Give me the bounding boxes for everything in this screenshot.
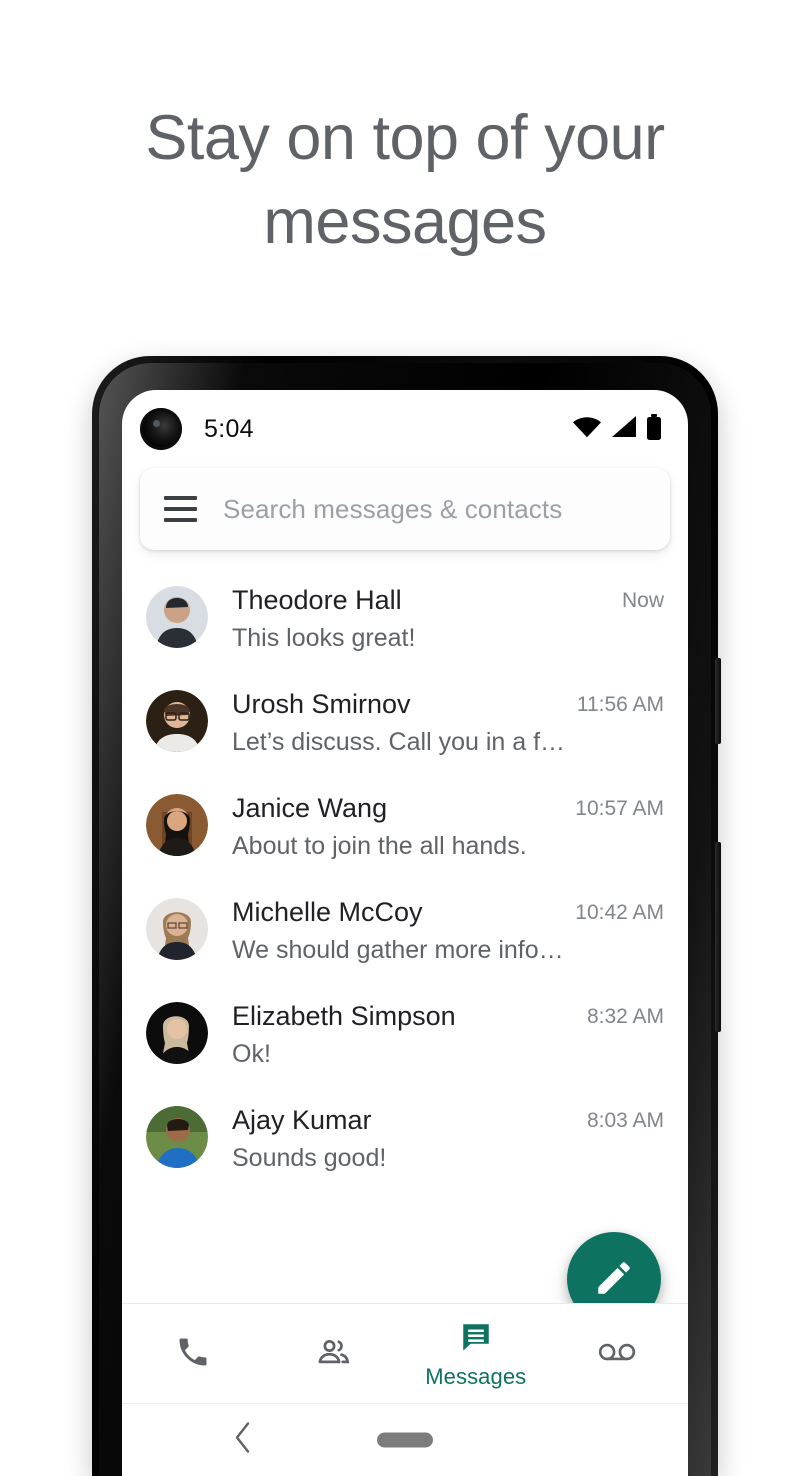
message-timestamp: 10:57 AM (575, 797, 664, 820)
nav-item-messages-label: Messages (425, 1363, 527, 1389)
contact-name: Urosh Smirnov (232, 689, 411, 719)
nav-item-contacts[interactable] (264, 1334, 406, 1375)
message-timestamp: 10:42 AM (575, 901, 664, 924)
message-timestamp: 8:32 AM (586, 1005, 664, 1028)
conversation-text: Michelle McCoy We should gather more inf… (232, 894, 565, 968)
conversation-text: Urosh Smirnov Let’s discuss. Call you in… (232, 686, 567, 760)
message-snippet: Let’s discuss. Call you in a few minutes… (232, 728, 567, 756)
conversation-row[interactable]: Ajay Kumar Sounds good! 8:03 AM (122, 1092, 688, 1196)
conversation-row[interactable]: Elizabeth Simpson Ok! 8:32 AM (122, 988, 688, 1092)
message-timestamp: Now (621, 589, 664, 612)
contacts-icon (316, 1334, 352, 1375)
conversation-text: Theodore Hall This looks great! (232, 582, 612, 656)
avatar (146, 690, 208, 752)
conversation-row[interactable]: Michelle McCoy We should gather more inf… (122, 884, 688, 988)
page-headline: Stay on top of your messages (145, 103, 665, 257)
message-timestamp: 11:56 AM (576, 693, 664, 716)
contact-name: Michelle McCoy (232, 897, 423, 927)
contact-name: Theodore Hall (232, 585, 402, 615)
phone-mockup: 5:04 Search messages & contacts Theodore… (92, 356, 721, 1476)
conversation-row[interactable]: Theodore Hall This looks great! Now (122, 572, 688, 676)
nav-item-messages[interactable]: Messages (405, 1319, 547, 1390)
power-button[interactable] (715, 658, 721, 744)
avatar (146, 586, 208, 648)
hamburger-menu-icon[interactable] (164, 496, 197, 522)
conversation-text: Elizabeth Simpson Ok! (232, 998, 577, 1072)
messages-icon (458, 1319, 494, 1360)
avatar (146, 898, 208, 960)
message-snippet: This looks great! (232, 624, 416, 652)
bottom-navigation-bar: Messages (122, 1303, 688, 1404)
avatar (146, 1106, 208, 1168)
avatar (146, 794, 208, 856)
contact-name: Elizabeth Simpson (232, 1001, 456, 1031)
message-snippet: We should gather more information on… (232, 936, 565, 964)
battery-icon (646, 413, 662, 445)
search-bar[interactable]: Search messages & contacts (140, 468, 670, 550)
contact-name: Ajay Kumar (232, 1105, 372, 1135)
conversation-text: Ajay Kumar Sounds good! (232, 1102, 577, 1176)
conversation-row[interactable]: Urosh Smirnov Let’s discuss. Call you in… (122, 676, 688, 780)
message-snippet: Sounds good! (232, 1144, 387, 1172)
chevron-left-icon[interactable] (232, 1421, 254, 1460)
search-input[interactable]: Search messages & contacts (223, 494, 562, 525)
contact-name: Janice Wang (232, 793, 388, 823)
home-pill[interactable] (377, 1432, 433, 1448)
search-bar-container: Search messages & contacts (122, 468, 688, 550)
conversation-list: Theodore Hall This looks great! Now Uros… (122, 550, 688, 1196)
phone-icon (175, 1334, 211, 1375)
nav-item-phone[interactable] (122, 1334, 264, 1375)
front-camera-punch-hole (140, 408, 182, 450)
conversation-text: Janice Wang About to join the all hands. (232, 790, 565, 864)
status-bar-icons (572, 413, 662, 445)
conversation-row[interactable]: Janice Wang About to join the all hands.… (122, 780, 688, 884)
volume-rocker-button[interactable] (715, 842, 721, 1032)
nav-item-voicemail[interactable] (547, 1337, 689, 1372)
wifi-icon (572, 415, 602, 444)
avatar (146, 1002, 208, 1064)
message-snippet: About to join the all hands. (232, 832, 527, 860)
signal-icon (610, 415, 638, 444)
voicemail-icon (597, 1337, 637, 1372)
status-bar-clock: 5:04 (204, 414, 254, 443)
phone-screen: 5:04 Search messages & contacts Theodore… (122, 390, 688, 1476)
compose-pencil-icon (593, 1257, 635, 1302)
message-timestamp: 8:03 AM (586, 1109, 664, 1132)
status-bar: 5:04 (122, 390, 688, 468)
message-snippet: Ok! (232, 1040, 271, 1068)
